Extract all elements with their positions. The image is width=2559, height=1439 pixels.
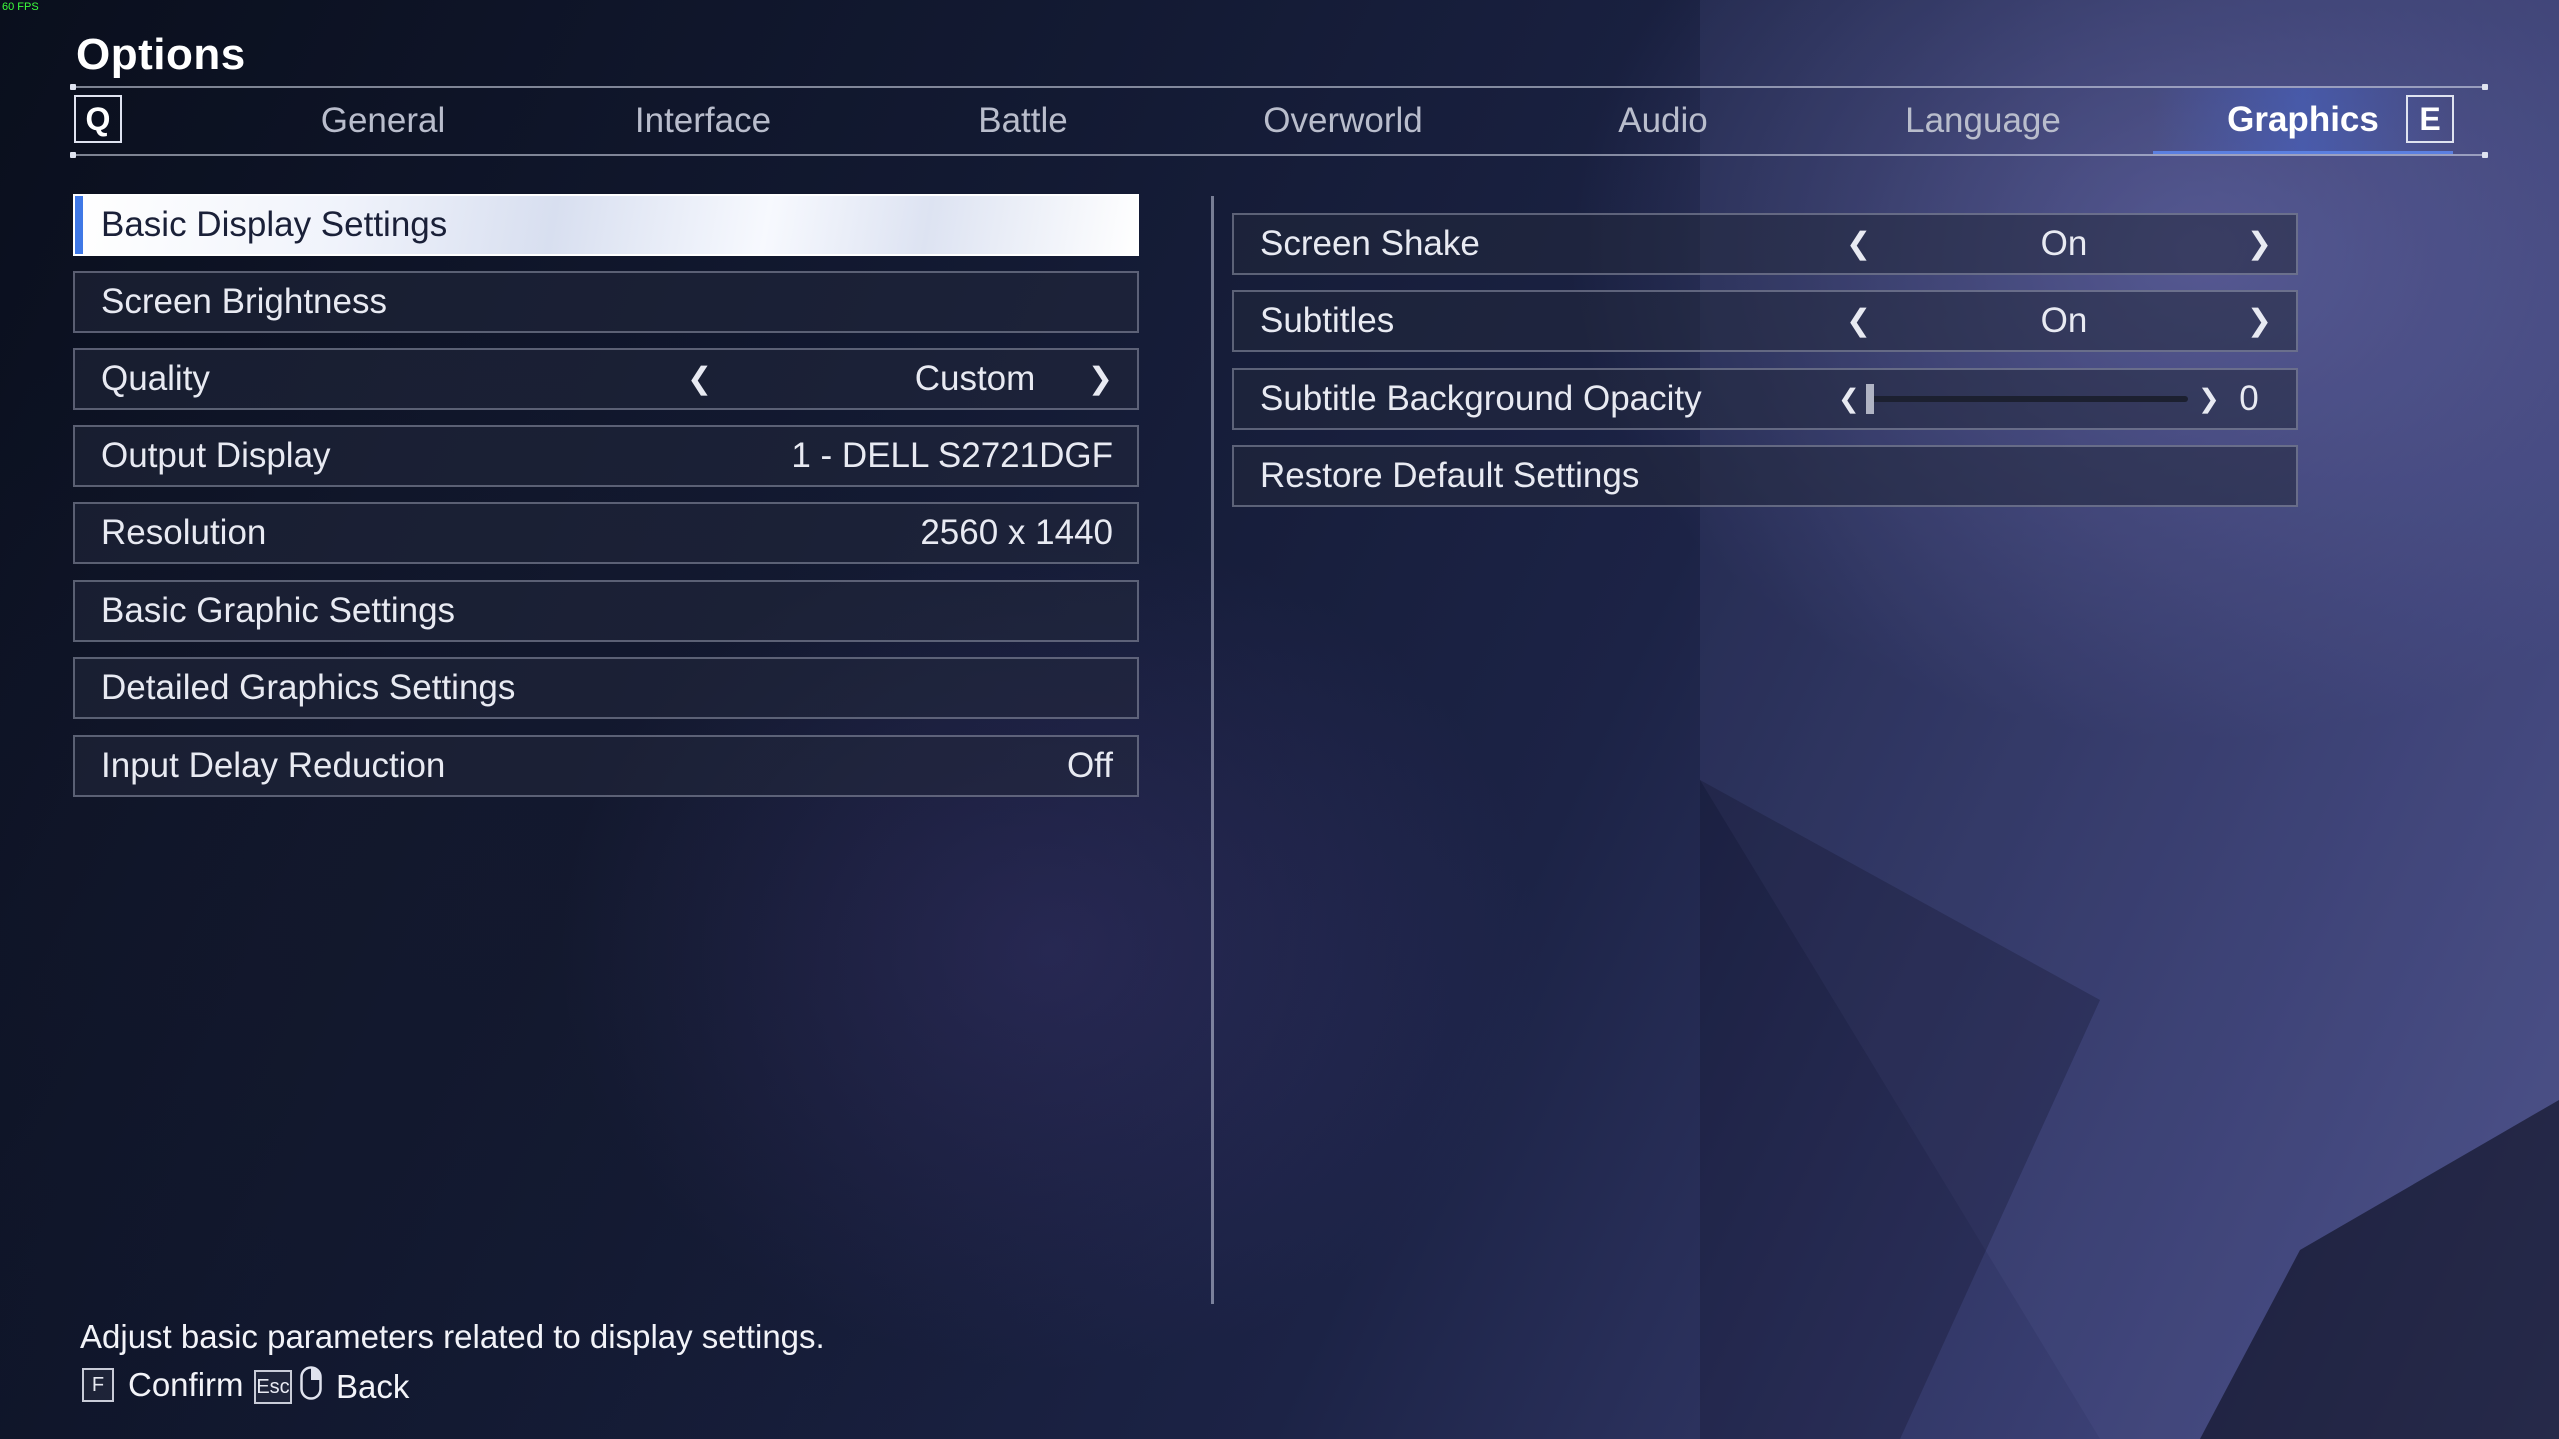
- slider-thumb[interactable]: [1866, 384, 1874, 414]
- chevron-right-icon[interactable]: ❯: [2247, 304, 2272, 339]
- corner-marker: [2482, 84, 2488, 90]
- chevron-left-icon[interactable]: ❮: [1846, 227, 1871, 262]
- quality-value: Custom: [914, 359, 1036, 398]
- prev-tab-key[interactable]: Q: [74, 95, 122, 143]
- row-label: Screen Shake: [1260, 224, 1480, 263]
- row-label: Subtitles: [1260, 301, 1395, 340]
- input-delay-reduction-item[interactable]: Input Delay Reduction Off: [73, 735, 1139, 797]
- tab-bar: Q General Interface Battle Overworld Aud…: [70, 84, 2488, 158]
- page-title: Options: [76, 30, 246, 79]
- screen-brightness-item[interactable]: Screen Brightness: [73, 271, 1139, 333]
- back-label: Back: [336, 1368, 410, 1405]
- row-label: Restore Default Settings: [1260, 456, 1640, 495]
- subtitles-selector[interactable]: Subtitles ❮ On ❯: [1232, 290, 2298, 352]
- tab-language[interactable]: Language: [1833, 88, 2133, 154]
- confirm-key: F: [82, 1368, 114, 1402]
- subtitle-background-opacity-slider[interactable]: Subtitle Background Opacity ❮ ❯ 0: [1232, 368, 2298, 430]
- chevron-right-icon[interactable]: ❯: [1088, 362, 1113, 397]
- resolution-value: 2560 x 1440: [920, 513, 1113, 552]
- basic-display-settings-item[interactable]: Basic Display Settings: [73, 194, 1139, 256]
- chevron-left-icon[interactable]: ❮: [1838, 384, 1860, 415]
- output-display-value: 1 - DELL S2721DGF: [791, 436, 1113, 475]
- restore-default-settings-button[interactable]: Restore Default Settings: [1232, 445, 2298, 507]
- detailed-graphics-settings-item[interactable]: Detailed Graphics Settings: [73, 657, 1139, 719]
- corner-marker: [2482, 152, 2488, 158]
- confirm-hint[interactable]: F Confirm: [82, 1366, 244, 1404]
- tab-interface[interactable]: Interface: [553, 88, 853, 154]
- quality-selector[interactable]: Quality ❮ Custom ❯: [73, 348, 1139, 410]
- screen-shake-selector[interactable]: Screen Shake ❮ On ❯: [1232, 213, 2298, 275]
- slider-track[interactable]: [1866, 384, 2188, 414]
- tab-battle[interactable]: Battle: [873, 88, 1173, 154]
- back-key: Esc: [254, 1370, 292, 1404]
- row-label: Resolution: [101, 513, 267, 552]
- output-display-item[interactable]: Output Display 1 - DELL S2721DGF: [73, 425, 1139, 487]
- chevron-left-icon[interactable]: ❮: [687, 362, 712, 397]
- chevron-right-icon[interactable]: ❯: [2247, 227, 2272, 262]
- screen-shake-value: On: [2040, 224, 2088, 263]
- back-hint[interactable]: Esc Back: [254, 1366, 409, 1408]
- row-label: Detailed Graphics Settings: [101, 668, 516, 707]
- resolution-item[interactable]: Resolution 2560 x 1440: [73, 502, 1139, 564]
- corner-marker: [70, 152, 76, 158]
- tab-overworld[interactable]: Overworld: [1193, 88, 1493, 154]
- next-tab-key[interactable]: E: [2406, 95, 2454, 143]
- mouse-icon: [300, 1366, 322, 1408]
- confirm-label: Confirm: [128, 1366, 244, 1403]
- input-delay-value: Off: [1066, 746, 1113, 785]
- row-label: Input Delay Reduction: [101, 746, 446, 785]
- corner-marker: [70, 84, 76, 90]
- chevron-left-icon[interactable]: ❮: [1846, 304, 1871, 339]
- fps-counter: 60 FPS: [2, 1, 39, 13]
- chevron-right-icon[interactable]: ❯: [2198, 384, 2220, 415]
- row-label: Basic Graphic Settings: [101, 591, 456, 630]
- row-label: Screen Brightness: [101, 282, 387, 321]
- row-label: Subtitle Background Opacity: [1260, 379, 1702, 418]
- setting-description: Adjust basic parameters related to displ…: [80, 1318, 825, 1355]
- subtitles-value: On: [2040, 301, 2088, 340]
- panel-divider: [1211, 196, 1214, 1304]
- tab-audio[interactable]: Audio: [1513, 88, 1813, 154]
- row-label: Quality: [101, 359, 210, 398]
- row-label: Basic Display Settings: [101, 205, 448, 244]
- tab-general[interactable]: General: [233, 88, 533, 154]
- row-label: Output Display: [101, 436, 331, 475]
- basic-graphic-settings-item[interactable]: Basic Graphic Settings: [73, 580, 1139, 642]
- opacity-value: 0: [2239, 379, 2259, 418]
